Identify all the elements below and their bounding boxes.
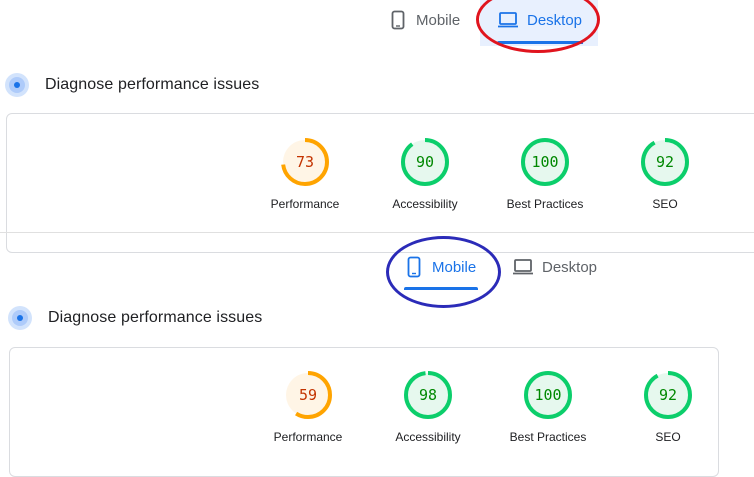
gauge-label: SEO	[652, 197, 678, 211]
phone-icon	[404, 256, 424, 278]
gauge-label: Accessibility	[392, 197, 458, 211]
gauge-icon	[8, 306, 32, 330]
gauge-score: 92	[656, 153, 674, 171]
phone-icon	[388, 10, 408, 30]
tab-desktop-label: Desktop	[527, 11, 583, 29]
gauge-score: 92	[659, 386, 677, 404]
diagnose-title: Diagnose performance issues	[48, 309, 263, 326]
active-tab-indicator	[497, 41, 583, 44]
gauge-score: 73	[296, 153, 314, 171]
gauge-label: Best Practices	[509, 430, 587, 444]
tab-mobile-label: Mobile	[416, 11, 461, 29]
tab-desktop-label: Desktop	[542, 258, 598, 276]
laptop-icon	[497, 10, 519, 30]
gauge-label: Performance	[270, 197, 340, 211]
tab-desktop[interactable]: Desktop	[512, 247, 597, 287]
gauge-label: Best Practices	[506, 197, 584, 211]
diagnose-header: Diagnose performance issues	[5, 73, 259, 97]
gauge-ring: 90	[401, 138, 449, 186]
gauge-best-practices[interactable]: 100 Best Practices	[493, 370, 603, 444]
gauge-score: 90	[416, 153, 434, 171]
gauge-ring: 92	[644, 371, 692, 419]
gauge-ring: 59	[284, 371, 332, 419]
tab-mobile-label: Mobile	[432, 258, 477, 276]
gauge-seo[interactable]: 92 SEO	[613, 370, 723, 444]
gauge-ring: 92	[641, 138, 689, 186]
card-divider	[0, 232, 754, 233]
mobile-report-panel: Mobile Desktop Diagnose performance issu…	[0, 236, 754, 477]
gauge-score: 100	[534, 386, 561, 404]
gauge-ring: 73	[281, 138, 329, 186]
desktop-report-panel: Mobile Desktop Diagnose performance issu…	[0, 0, 754, 253]
gauge-ring: 98	[404, 371, 452, 419]
gauge-seo[interactable]: 92 SEO	[610, 137, 720, 211]
gauge-ring: 100	[524, 371, 572, 419]
gauge-label: Accessibility	[395, 430, 461, 444]
gauge-score: 98	[419, 386, 437, 404]
diagnose-header: Diagnose performance issues	[8, 306, 262, 330]
tab-mobile[interactable]: Mobile	[388, 0, 460, 40]
gauge-label: SEO	[655, 430, 681, 444]
gauge-performance[interactable]: 59 Performance	[253, 370, 363, 444]
gauge-best-practices[interactable]: 100 Best Practices	[490, 137, 600, 211]
gauge-accessibility[interactable]: 98 Accessibility	[373, 370, 483, 444]
gauge-score: 59	[299, 386, 317, 404]
diagnose-title: Diagnose performance issues	[45, 76, 260, 93]
tab-mobile[interactable]: Mobile	[404, 247, 476, 287]
tab-desktop[interactable]: Desktop	[497, 0, 582, 40]
gauge-score: 100	[531, 153, 558, 171]
gauge-label: Performance	[273, 430, 343, 444]
laptop-icon	[512, 257, 534, 277]
active-tab-indicator	[404, 287, 478, 290]
gauge-ring: 100	[521, 138, 569, 186]
gauge-accessibility[interactable]: 90 Accessibility	[370, 137, 480, 211]
gauge-performance[interactable]: 73 Performance	[250, 137, 360, 211]
gauge-icon	[5, 73, 29, 97]
